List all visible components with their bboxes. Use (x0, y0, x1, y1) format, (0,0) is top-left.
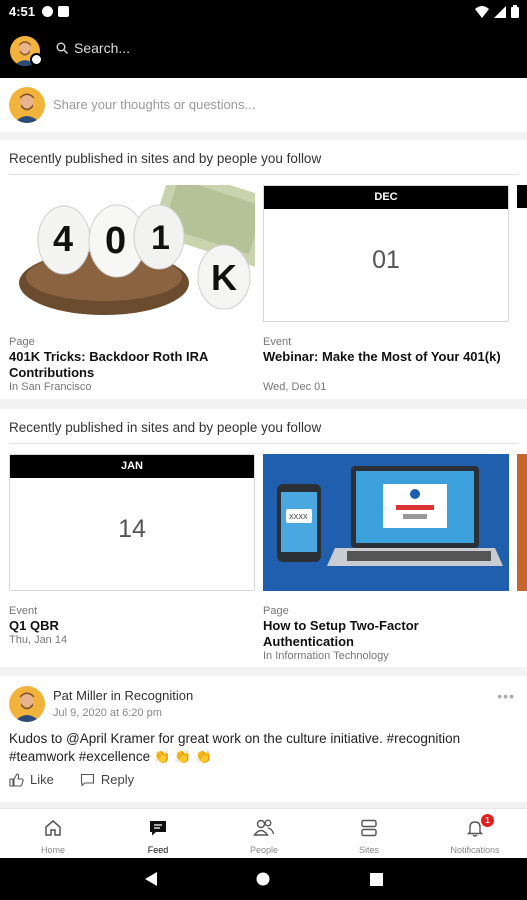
card-title[interactable]: Q1 QBR (9, 618, 249, 634)
home-icon (45, 820, 61, 836)
sites-icon (361, 819, 377, 837)
nav-sites[interactable]: Sites (334, 817, 404, 855)
card-peek (517, 454, 527, 591)
feed-icon (150, 821, 166, 836)
svg-text:4: 4 (53, 218, 73, 259)
recent-section-2: Recently published in sites and by peopl… (0, 409, 527, 667)
signal-icon (494, 5, 506, 18)
svg-text:1: 1 (151, 219, 170, 257)
search-placeholder: Search... (74, 40, 131, 56)
reply-button[interactable]: Reply (80, 772, 134, 787)
nav-people[interactable]: People (229, 817, 299, 855)
reply-icon (80, 773, 94, 787)
search-bar[interactable]: Search... (56, 40, 130, 56)
event-date-tile: JAN 14 (9, 454, 255, 591)
status-bar: 4:51 (0, 0, 527, 24)
section-divider (9, 174, 518, 175)
bottom-nav: Home Feed People Sites 1 Notifications (0, 808, 527, 858)
card-401k-image: 4 0 1 K (9, 185, 255, 322)
nav-notifications-label: Notifications (450, 845, 500, 855)
people-icon (253, 819, 275, 836)
card-location: In San Francisco (9, 381, 92, 393)
system-nav-bar (0, 858, 527, 900)
nav-feed[interactable]: Feed (123, 817, 193, 855)
notification-count-badge: 1 (481, 814, 494, 827)
more-options-icon[interactable]: ••• (497, 688, 515, 704)
thumbs-up-icon (9, 772, 24, 787)
recents-icon[interactable] (370, 873, 383, 886)
notification-status-icon (42, 6, 53, 17)
back-icon[interactable] (144, 871, 158, 887)
nav-home[interactable]: Home (18, 817, 88, 855)
battery-icon (511, 5, 519, 18)
section-title: Recently published in sites and by peopl… (9, 420, 322, 435)
event-month: DEC (264, 186, 508, 209)
card-title[interactable]: 401K Tricks: Backdoor Roth IRA Contribut… (9, 349, 249, 381)
event-date-tile: DEC 01 (263, 185, 509, 322)
card-title[interactable]: Webinar: Make the Most of Your 401(k) (263, 349, 503, 365)
recent-section-1: Recently published in sites and by peopl… (0, 140, 527, 399)
post-author-avatar[interactable] (9, 686, 45, 722)
nav-notifications[interactable]: 1 Notifications (440, 814, 510, 855)
card-date: Thu, Jan 14 (9, 634, 68, 646)
nav-sites-label: Sites (358, 845, 379, 855)
feed-post: Pat Miller in Recognition Jul 9, 2020 at… (0, 676, 527, 802)
post-body: Kudos to @April Kramer for great work on… (9, 731, 461, 764)
composer-placeholder[interactable]: Share your thoughts or questions... (53, 97, 255, 112)
event-month: JAN (10, 455, 254, 478)
card-location: In Information Technology (263, 650, 389, 662)
card-type: Page (263, 605, 289, 617)
card-date: Wed, Dec 01 (263, 381, 327, 393)
section-title: Recently published in sites and by peopl… (9, 151, 322, 166)
card-title[interactable]: How to Setup Two-Factor Authentication (263, 618, 503, 650)
status-time: 4:51 (9, 4, 36, 19)
event-day: 01 (372, 246, 400, 274)
phone-code-text: XXXX (289, 514, 308, 521)
search-icon (56, 42, 68, 54)
card-two-factor-image: XXXX (263, 454, 509, 591)
sim-status-icon (58, 6, 69, 17)
post-date: Jul 9, 2020 at 6:20 pm (53, 707, 162, 719)
event-day: 14 (118, 515, 146, 543)
card-type: Page (9, 336, 35, 348)
nav-people-label: People (249, 845, 279, 855)
top-bar: Search... (0, 24, 527, 78)
nav-feed-label: Feed (147, 845, 169, 855)
like-button[interactable]: Like (9, 772, 54, 787)
home-circle-icon[interactable] (256, 872, 270, 886)
user-avatar (9, 87, 45, 123)
card-type: Event (263, 336, 292, 348)
card-peek (517, 185, 527, 208)
post-author[interactable]: Pat Miller in Recognition (53, 688, 193, 703)
like-label: Like (30, 772, 54, 787)
svg-text:0: 0 (105, 220, 126, 262)
card-type: Event (9, 605, 38, 617)
profile-badge-icon (30, 53, 43, 66)
svg-text:K: K (211, 257, 237, 298)
post-composer[interactable]: Share your thoughts or questions... (0, 78, 527, 132)
reply-label: Reply (100, 772, 135, 787)
nav-home-label: Home (40, 845, 65, 855)
section-divider (9, 443, 518, 444)
wifi-icon (475, 5, 489, 18)
